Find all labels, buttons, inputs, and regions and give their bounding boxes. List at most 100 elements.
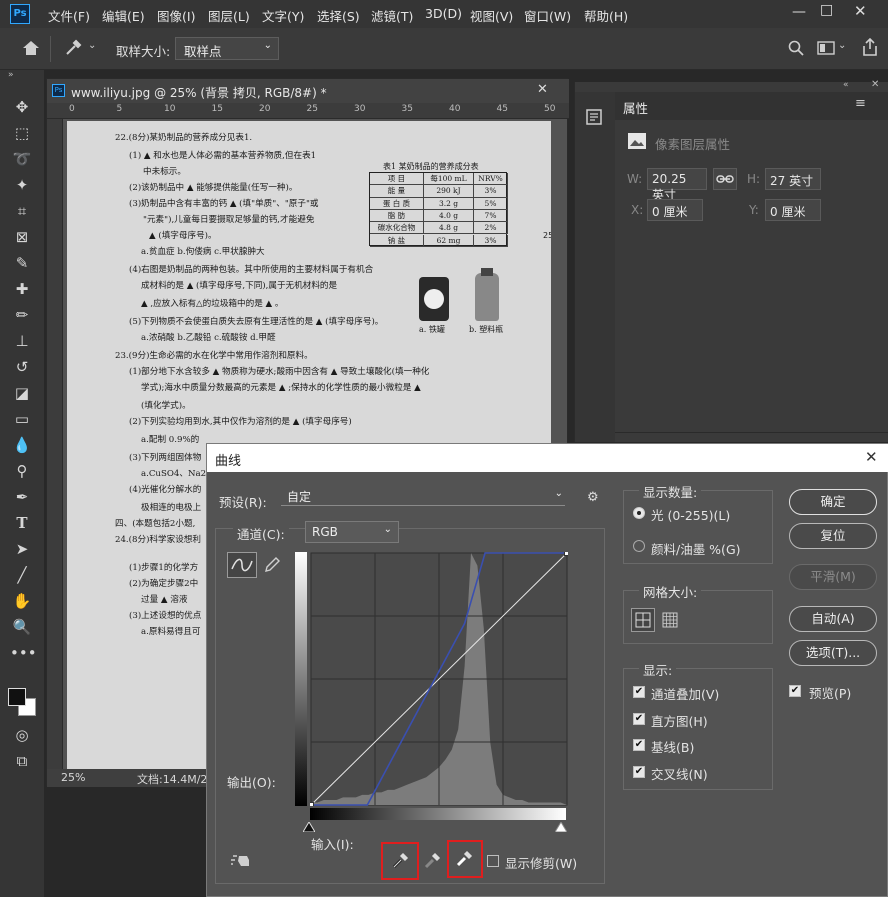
move-tool-icon[interactable]: ✥ [10,96,34,118]
menu-select[interactable]: 选择(S) [317,6,360,25]
show-clipping-checkbox[interactable] [487,855,499,867]
ok-button[interactable]: 确定 [789,489,877,515]
screen-mode-icon[interactable]: ⧉ [10,750,34,772]
preset-select[interactable]: 自定 ⌄ [281,488,565,506]
histogram-checkbox[interactable]: ✔ [633,713,645,725]
foreground-color-swatch[interactable] [8,688,26,706]
width-field[interactable]: 20.25 英寸 [647,168,707,202]
pigment-radio[interactable] [633,540,645,552]
paper-text-line: (3)下列两组固体物 [129,453,202,463]
black-point-eyedropper-icon[interactable] [391,852,409,870]
dock-collapse-icon[interactable]: « [843,80,849,90]
table-cell: 3.2 g [424,197,474,210]
blur-tool-icon[interactable]: 💧 [10,434,34,456]
menu-3d[interactable]: 3D(D) [425,6,462,21]
simple-grid-icon[interactable] [631,608,655,632]
dodge-tool-icon[interactable]: ⚲ [10,460,34,482]
document-size[interactable]: 文档:14.4M/28 [137,771,214,787]
white-point-eyedropper-icon[interactable] [455,850,473,868]
white-point-slider[interactable] [555,822,567,832]
chevron-down-icon: ⌄ [383,524,392,535]
preview-checkbox[interactable]: ✔ [789,685,801,697]
channel-select[interactable]: RGB ⌄ [305,521,399,543]
menu-window[interactable]: 窗口(W) [524,6,571,25]
document-tab[interactable]: Ps www.iliyu.jpg @ 25% (背景 拷贝, RGB/8#) *… [47,79,569,103]
baseline-checkbox[interactable]: ✔ [633,739,645,751]
dock-close-icon[interactable]: ✕ [871,79,879,90]
sample-size-select[interactable]: 取样点 ⌄ [175,37,279,60]
ps-file-icon: Ps [52,84,65,97]
eyedropper-tool-icon[interactable] [64,39,82,57]
minimize-icon[interactable]: — [792,4,806,20]
more-tools-icon[interactable]: ••• [10,642,37,664]
paper-text-line: (填化学式)。 [141,401,191,411]
gray-point-eyedropper-icon[interactable] [423,852,441,870]
link-icon[interactable] [713,168,737,190]
curve-point-tool[interactable] [227,552,257,578]
height-field[interactable]: 27 英寸 [765,168,821,190]
options-button[interactable]: 选项(T)... [789,640,877,666]
crop-tool-icon[interactable]: ⌗ [10,200,34,222]
zoom-tool-icon[interactable]: 🔍 [10,616,34,638]
eraser-tool-icon[interactable]: ◪ [10,382,34,404]
pen-tool-icon[interactable]: ✒ [10,486,34,508]
target-adjust-hand-icon[interactable] [229,852,251,870]
menu-type[interactable]: 文字(Y) [262,6,304,25]
curves-graph[interactable] [310,552,568,806]
line-tool-icon[interactable]: ╱ [10,564,34,586]
document-title: www.iliyu.jpg @ 25% (背景 拷贝, RGB/8#) * [71,86,327,100]
tools-panel: » ✥ ⬚ ➰ ✦ ⌗ ⊠ ✎ ✚ ✏ ⊥ ↺ ◪ ▭ 💧 ⚲ ✒ T ➤ ╱ … [0,70,44,897]
close-document-icon[interactable]: ✕ [537,82,548,97]
intersection-line-checkbox[interactable]: ✔ [633,766,645,778]
path-select-icon[interactable]: ➤ [10,538,34,560]
share-icon[interactable] [862,38,878,56]
frame-tool-icon[interactable]: ⊠ [10,226,34,248]
ps-logo[interactable]: Ps [10,4,30,24]
magic-wand-icon[interactable]: ✦ [10,174,34,196]
chevron-down-icon[interactable]: ⌄ [838,40,846,51]
menu-view[interactable]: 视图(V) [470,6,513,25]
healing-brush-icon[interactable]: ✚ [10,278,34,300]
stamp-tool-icon[interactable]: ⊥ [10,330,34,352]
black-point-slider[interactable] [303,822,315,832]
menu-edit[interactable]: 编辑(E) [102,6,145,25]
panel-menu-icon[interactable]: ≡ [855,96,866,111]
paper-text-line: (4)右图是奶制品的两种包装。其中所使用的主要材料属于有机合 [129,265,374,275]
eyedropper-icon[interactable]: ✎ [10,252,34,274]
properties-panel-icon[interactable] [585,108,605,128]
home-icon[interactable] [22,40,40,56]
menu-filter[interactable]: 滤镜(T) [371,6,413,25]
detailed-grid-icon[interactable] [661,611,679,629]
channel-overlay-checkbox[interactable]: ✔ [633,686,645,698]
quick-mask-icon[interactable]: ◎ [10,724,34,746]
workspace-icon[interactable] [817,41,835,55]
lasso-tool-icon[interactable]: ➰ [10,148,34,170]
menu-layer[interactable]: 图层(L) [208,6,250,25]
maximize-icon[interactable]: □ [820,2,833,18]
close-dialog-icon[interactable]: ✕ [865,448,878,466]
menu-file[interactable]: 文件(F) [48,6,90,25]
output-label: 输出(O): [227,775,276,790]
search-icon[interactable] [788,40,804,56]
chevron-down-icon[interactable]: ⌄ [88,40,96,51]
auto-button[interactable]: 自动(A) [789,606,877,632]
zoom-level[interactable]: 25% [61,771,85,784]
light-radio[interactable] [633,507,645,519]
reset-button[interactable]: 复位 [789,523,877,549]
x-field[interactable]: 0 厘米 [647,199,703,221]
close-window-icon[interactable]: ✕ [854,2,867,20]
preset-gear-icon[interactable]: ⚙ [587,490,599,505]
type-tool-icon[interactable]: T [10,512,34,534]
gradient-tool-icon[interactable]: ▭ [10,408,34,430]
tab-properties[interactable]: 属性 [623,98,648,117]
menu-help[interactable]: 帮助(H) [584,6,628,25]
hand-tool-icon[interactable]: ✋ [10,590,34,612]
menu-image[interactable]: 图像(I) [157,6,195,25]
vertical-ruler [47,119,63,771]
pencil-draw-icon[interactable] [263,556,281,574]
collapse-arrows-icon[interactable]: » [8,70,14,80]
y-field[interactable]: 0 厘米 [765,199,821,221]
brush-tool-icon[interactable]: ✏ [10,304,34,326]
marquee-tool-icon[interactable]: ⬚ [10,122,34,144]
history-brush-icon[interactable]: ↺ [10,356,34,378]
